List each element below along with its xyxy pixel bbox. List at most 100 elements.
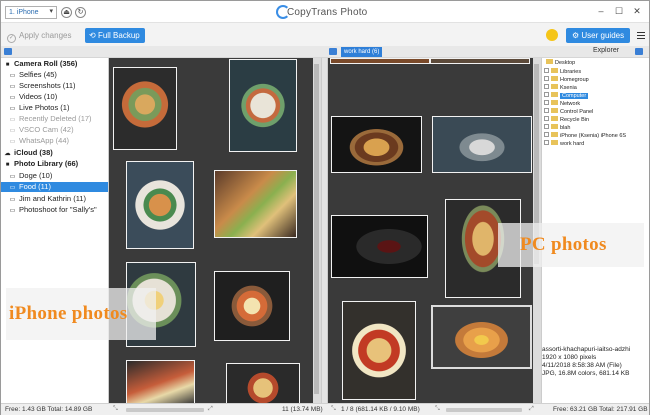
photo-thumbnail[interactable] xyxy=(342,301,416,400)
zoom-out-icon[interactable]: ⤡ xyxy=(113,404,118,415)
photo-thumbnail[interactable] xyxy=(432,116,532,173)
folder-icon: ▭ xyxy=(9,128,16,134)
tree-item[interactable]: Recycle Bin xyxy=(544,116,589,124)
sidebar-item[interactable]: ▭ Jim and Kathrin (11) xyxy=(1,194,108,204)
title-bar: 1. iPhone ▾ ⏏ ↻ CopyTrans Photo – ☐ ✕ xyxy=(1,1,649,23)
tree-item[interactable]: Desktop xyxy=(546,59,575,67)
cloud-icon: ☁ xyxy=(4,151,11,157)
tree-item-label: Libraries xyxy=(560,69,582,75)
folder-icon: ▭ xyxy=(9,117,16,123)
photo-thumbnail[interactable] xyxy=(113,67,177,150)
status-bar: Free: 1.43 GB Total: 14.89 GB ⤡ ⤢ 11 (13… xyxy=(1,403,649,415)
pc-zoom-slider[interactable] xyxy=(446,408,522,412)
photo-thumbnail[interactable] xyxy=(331,116,422,173)
camera-icon: ■ xyxy=(5,62,10,68)
expand-icon xyxy=(544,84,549,89)
expand-icon xyxy=(544,116,549,121)
sidebar-item-label: Selfies (45) xyxy=(19,70,57,79)
sidebar-item[interactable]: ■ Camera Roll (356) xyxy=(1,59,108,69)
pc-folder-tab[interactable]: work hard (6) xyxy=(341,47,383,57)
scrollbar-thumb[interactable] xyxy=(314,64,319,394)
folder-icon xyxy=(551,124,558,129)
device-select[interactable]: 1. iPhone ▾ xyxy=(5,6,57,19)
apply-changes-button[interactable]: ✓ Apply changes xyxy=(7,28,77,43)
iphone-photo-grid xyxy=(109,58,321,403)
iphone-scrollbar[interactable] xyxy=(313,58,321,403)
sidebar-item[interactable]: ▭ Live Photos (1) xyxy=(1,103,108,113)
collapse-pc-icon[interactable] xyxy=(329,48,337,55)
user-guides-button[interactable]: ⚙ User guides xyxy=(566,28,630,43)
sidebar-item[interactable]: ▭ Doge (10) xyxy=(1,171,108,181)
eject-icon[interactable]: ⏏ xyxy=(61,7,72,18)
tree-item[interactable]: iPhone (Ksenia) iPhone 6S xyxy=(544,132,626,140)
sidebar-item[interactable]: ▭ WhatsApp (44) xyxy=(1,136,108,146)
tree-item-label: Computer xyxy=(560,93,589,99)
pc-selection-count: 1 / 8 (681.14 KB / 9.10 MB) xyxy=(341,406,420,413)
sidebar-item[interactable]: ☁ iCloud (38) xyxy=(1,148,108,158)
photo-thumbnail[interactable] xyxy=(214,271,290,341)
folder-icon xyxy=(546,59,553,64)
collapse-left-icon[interactable] xyxy=(4,48,12,55)
tree-item-selected[interactable]: Computer xyxy=(544,92,589,100)
sidebar-item[interactable]: ▭ Photoshoot for "Sally's" xyxy=(1,205,108,215)
tree-item-label: Network xyxy=(560,101,581,107)
folder-icon: ▭ xyxy=(9,174,16,180)
maximize-icon[interactable]: ☐ xyxy=(613,5,625,17)
chevron-down-icon: ▾ xyxy=(49,8,53,15)
collapse-right-icon[interactable] xyxy=(635,48,643,55)
minimize-icon[interactable]: – xyxy=(595,5,607,17)
app-window: 1. iPhone ▾ ⏏ ↻ CopyTrans Photo – ☐ ✕ ✓ A… xyxy=(0,0,650,415)
folder-icon xyxy=(551,84,558,89)
hamburger-menu-icon[interactable] xyxy=(637,32,645,41)
tree-item[interactable]: Ksenia xyxy=(544,84,577,92)
sidebar-item[interactable]: ■ Photo Library (66) xyxy=(1,159,108,169)
photo-thumbnail[interactable] xyxy=(331,215,428,278)
tree-item[interactable]: blah xyxy=(544,124,570,132)
photo-thumbnail[interactable] xyxy=(430,58,530,64)
panel-splitter[interactable] xyxy=(321,58,328,403)
tree-item[interactable]: work hard xyxy=(544,140,584,148)
zoom-in-icon[interactable]: ⤢ xyxy=(529,404,534,415)
recycle-bin-icon xyxy=(551,116,558,121)
photo-thumbnail[interactable] xyxy=(126,360,195,403)
tree-item[interactable]: Network xyxy=(544,100,580,108)
sidebar-item-label: Food (11) xyxy=(19,182,51,191)
zoom-out-icon[interactable]: ⤡ xyxy=(331,404,336,415)
panel-header-strip: work hard (6) Explorer xyxy=(1,46,649,58)
sidebar-item[interactable]: ▭ Videos (10) xyxy=(1,92,108,102)
sidebar-item[interactable]: ▭ VSCO Cam (42) xyxy=(1,125,108,135)
sidebar-item-label: Photo Library (66) xyxy=(14,159,79,168)
expand-icon xyxy=(544,140,549,145)
refresh-icon[interactable]: ↻ xyxy=(75,7,86,18)
lightbulb-icon[interactable] xyxy=(546,29,558,41)
sidebar-item[interactable]: ▭ Screenshots (11) xyxy=(1,81,108,91)
camera-icon: ■ xyxy=(5,162,10,168)
zoom-in-icon[interactable]: ⤢ xyxy=(208,404,213,415)
iphone-zoom-slider[interactable] xyxy=(126,408,204,412)
close-icon[interactable]: ✕ xyxy=(631,5,643,17)
sidebar-item[interactable]: ▭ Recently Deleted (17) xyxy=(1,114,108,124)
folder-icon: ▭ xyxy=(9,208,16,214)
tree-item[interactable]: Homegroup xyxy=(544,76,589,84)
sidebar-item[interactable]: ▭ Selfies (45) xyxy=(1,70,108,80)
zoom-out-icon[interactable]: ⤡ xyxy=(435,404,440,415)
sidebar-item-label: WhatsApp (44) xyxy=(19,136,70,145)
expand-icon xyxy=(544,100,549,105)
photo-thumbnail-selected[interactable] xyxy=(431,305,532,369)
photo-thumbnail[interactable] xyxy=(214,170,297,238)
full-backup-button[interactable]: ⟲ Full Backup xyxy=(85,28,145,43)
sidebar-item-label: Videos (10) xyxy=(19,92,58,101)
photo-thumbnail[interactable] xyxy=(330,58,430,64)
folder-icon: ▭ xyxy=(9,185,16,191)
tree-item[interactable]: Libraries xyxy=(544,68,581,76)
sidebar-item-label: Jim and Kathrin (11) xyxy=(19,194,86,203)
expand-icon xyxy=(544,92,549,97)
photo-thumbnail[interactable] xyxy=(229,59,297,152)
photo-thumbnail[interactable] xyxy=(126,161,194,249)
tree-item[interactable]: Control Panel xyxy=(544,108,593,116)
tree-item-label: Desktop xyxy=(555,60,576,66)
sidebar-item-selected[interactable]: ▭ Food (11) xyxy=(1,182,108,192)
file-format: JPG, 16.8M colors, 681.14 KB xyxy=(542,370,630,377)
computer-icon xyxy=(551,92,558,97)
photo-thumbnail[interactable] xyxy=(226,363,300,403)
